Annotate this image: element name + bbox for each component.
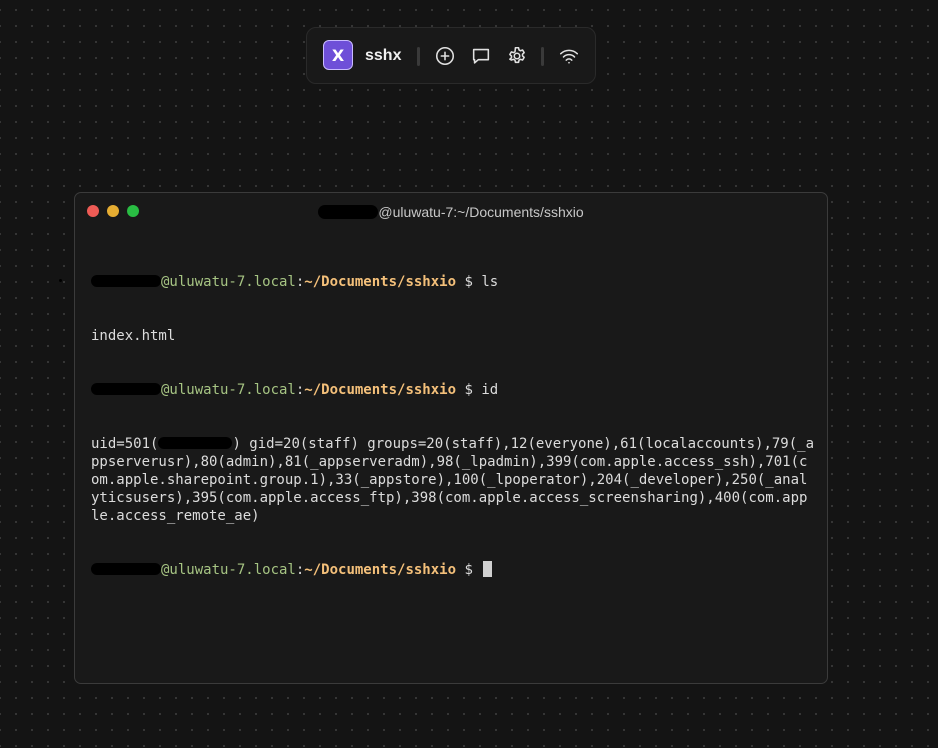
terminal-output[interactable]: @uluwatu-7.local:~/Documents/sshxio $ ls…: [91, 237, 815, 615]
add-circle-icon[interactable]: [434, 45, 456, 67]
prompt-path: ~/Documents/sshxio: [304, 562, 457, 578]
terminal-line: uid=501() gid=20(staff) groups=20(staff)…: [91, 435, 815, 525]
terminal-line: @uluwatu-7.local:~/Documents/sshxio $: [91, 561, 815, 579]
gear-icon[interactable]: [506, 45, 528, 67]
prompt-path: ~/Documents/sshxio: [304, 274, 457, 290]
command-output: index.html: [91, 328, 176, 344]
prompt-host: @uluwatu-7.local: [161, 274, 296, 290]
redacted-username: [91, 563, 161, 575]
prompt-path: ~/Documents/sshxio: [304, 382, 457, 398]
redacted-username: [318, 205, 379, 219]
prompt-char: $: [456, 274, 482, 290]
terminal-line: @uluwatu-7.local:~/Documents/sshxio $ id: [91, 381, 815, 399]
command-text: ls: [481, 274, 499, 290]
toolbar: X sshx: [306, 27, 596, 84]
window-title-text: @uluwatu-7:~/Documents/sshxio: [378, 204, 584, 220]
chat-icon[interactable]: [470, 45, 492, 67]
prompt-host: @uluwatu-7.local: [161, 562, 296, 578]
redacted-username: [158, 437, 233, 449]
terminal-window[interactable]: @uluwatu-7:~/Documents/sshxio @uluwatu-7…: [74, 192, 828, 684]
toolbar-divider: [541, 47, 544, 66]
command-text: id: [481, 382, 499, 398]
text-cursor: [483, 561, 493, 577]
prompt-char: $: [456, 382, 482, 398]
wifi-icon[interactable]: [558, 45, 580, 67]
toolbar-divider: [417, 47, 420, 66]
prompt-host: @uluwatu-7.local: [161, 382, 296, 398]
redacted-username: [91, 383, 161, 395]
stray-mark: [59, 279, 62, 282]
redacted-username: [91, 275, 161, 287]
terminal-line: index.html: [91, 327, 815, 345]
prompt-char: $: [456, 562, 482, 578]
id-output: ) gid=20(staff) groups=20(staff),12(ever…: [91, 436, 815, 524]
window-title: @uluwatu-7:~/Documents/sshxio: [75, 204, 827, 220]
sshx-logo[interactable]: X: [323, 40, 353, 70]
app-name: sshx: [365, 47, 402, 64]
terminal-line: @uluwatu-7.local:~/Documents/sshxio $ ls: [91, 273, 815, 291]
id-output-prefix: uid=501(: [91, 436, 159, 452]
